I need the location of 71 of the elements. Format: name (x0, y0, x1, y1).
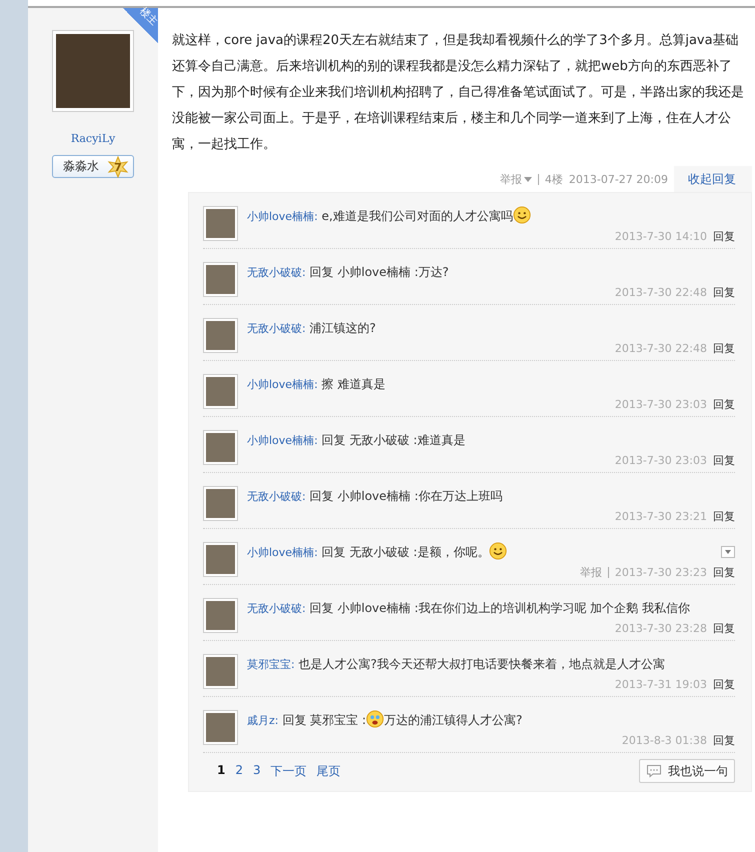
reply-link[interactable]: 回复 (713, 620, 735, 636)
reply-link[interactable]: 回复 (713, 564, 735, 580)
avatar-photo-placeholder[interactable] (52, 30, 134, 112)
collapse-replies-tab[interactable]: 收起回复 (674, 166, 752, 192)
reply-time: 2013-7-30 23:21 (614, 510, 707, 522)
reply-link[interactable]: 回复 (713, 452, 735, 468)
avatar-photo-placeholder[interactable] (203, 374, 238, 409)
reply-time: 2013-7-30 23:03 (614, 398, 707, 410)
reply-username-link[interactable]: 小帅love楠楠: (247, 210, 318, 223)
avatar-photo-placeholder[interactable] (203, 654, 238, 689)
avatar-photo-placeholder[interactable] (203, 430, 238, 465)
avatar-photo-placeholder[interactable] (203, 710, 238, 745)
caret-icon[interactable] (524, 176, 532, 182)
reply-username-link[interactable]: 小帅love楠楠: (247, 434, 318, 447)
reply-time: 2013-7-30 22:48 (614, 342, 707, 354)
post-time: 2013-07-27 20:09 (568, 172, 668, 186)
reply-time: 2013-7-30 23:23 (614, 566, 707, 578)
reply-time: 2013-8-3 01:38 (622, 734, 707, 746)
reply-username-link[interactable]: 莫邪宝宝: (247, 658, 295, 671)
level-title: 淼淼水 (63, 158, 99, 175)
reply-text: 莫邪宝宝: 也是人才公寓?我今天还帮大叔打电话要快餐来着，地点就是人才公寓 (247, 656, 665, 673)
reply-username-link[interactable]: 无敌小破破: (247, 602, 306, 615)
reply-link[interactable]: 回复 (713, 228, 735, 244)
reply-username-link[interactable]: 戚月z: (247, 714, 278, 727)
avatar-photo-placeholder[interactable] (203, 262, 238, 297)
reply-link[interactable]: 回复 (713, 676, 735, 692)
star-level-icon: 7 (107, 156, 129, 178)
avatar-photo-placeholder[interactable] (203, 486, 238, 521)
reply-time: 2013-7-30 23:03 (614, 454, 707, 466)
avatar-photo-placeholder[interactable] (203, 318, 238, 353)
say-something-button[interactable]: 我也说一句 (639, 759, 735, 783)
smiley-icon (512, 206, 531, 224)
reply-text: 小帅love楠楠: e,难道是我们公司对面的人才公寓吗 (247, 206, 531, 227)
reply-username-link[interactable]: 小帅love楠楠: (247, 378, 318, 391)
speech-bubble-icon (646, 764, 662, 778)
reply-text: 无敌小破破: 回复 小帅love楠楠 :万达? (247, 264, 449, 281)
author-name-link[interactable]: RacyiLy (70, 132, 116, 145)
reply-time: 2013-7-30 22:48 (614, 286, 707, 298)
reply-username-link[interactable]: 无敌小破破: (247, 490, 306, 503)
floor-label: 4楼 (544, 172, 563, 186)
reply-time: 2013-7-30 14:10 (614, 230, 707, 242)
reply-username-link[interactable]: 小帅love楠楠: (247, 546, 318, 559)
reply-text: 无敌小破破: 回复 小帅love楠楠 :你在万达上班吗 (247, 488, 502, 505)
reply-text: 戚月z: 回复 莫邪宝宝 : 万达的浦江镇得人才公寓? (247, 710, 522, 731)
page-link[interactable]: 尾页 (316, 762, 341, 780)
reply-text: 小帅love楠楠: 回复 无敌小破破 :难道真是 (247, 432, 466, 449)
avatar-photo-placeholder[interactable] (203, 542, 238, 577)
page-link[interactable]: 3 (253, 762, 261, 780)
avatar-photo-placeholder[interactable] (203, 598, 238, 633)
reply-link[interactable]: 回复 (713, 508, 735, 524)
page-link[interactable]: 下一页 (270, 762, 307, 780)
reply-link[interactable]: 回复 (713, 732, 735, 748)
reply-text: 无敌小破破: 回复 小帅love楠楠 :我在你们边上的培训机构学习呢 加个企鹅 我私信你 (247, 600, 690, 617)
reply-text: 小帅love楠楠: 擦 难道真是 (247, 376, 386, 393)
page-link[interactable]: 1 (217, 762, 226, 780)
report-link[interactable]: 举报 (500, 172, 522, 186)
reply-time: 2013-7-30 23:28 (614, 622, 707, 634)
post-text: 就这样，core java的课程20天左右就结束了，但是我却看视频什么的学了3个多月。总算java基础还算令自己满意。后来培训机构的别的课程我都是没怎么精力深钻了，就把web方向的东西恶补了下，因为那个时候有企业来我们培训机构招聘了，自己得准备笔试面试了。可是，半路出家的我还是没能被一家公司面上。于是乎，在培训课程结束后，楼主和几个同学一道来到了上海，住在人才公寓，一起找工作。 (172, 32, 745, 154)
reply-link[interactable]: 回复 (713, 284, 735, 300)
avatar-photo-placeholder[interactable] (203, 206, 238, 241)
page-link[interactable]: 2 (235, 762, 243, 780)
reply-link[interactable]: 回复 (713, 396, 735, 412)
corner-ribbon: 楼主 (123, 8, 158, 43)
reply-text: 无敌小破破: 浦江镇这的? (247, 320, 376, 337)
reply-text: 小帅love楠楠: 回复 无敌小破破 :是额，你呢。 (247, 542, 508, 563)
reply-time: 2013-7-31 19:03 (614, 678, 707, 690)
dropdown-icon[interactable] (721, 546, 735, 558)
reply-link[interactable]: 回复 (713, 340, 735, 356)
smiley-icon (489, 542, 508, 560)
reply-username-link[interactable]: 无敌小破破: (247, 322, 306, 335)
reply-username-link[interactable]: 无敌小破破: (247, 266, 306, 279)
